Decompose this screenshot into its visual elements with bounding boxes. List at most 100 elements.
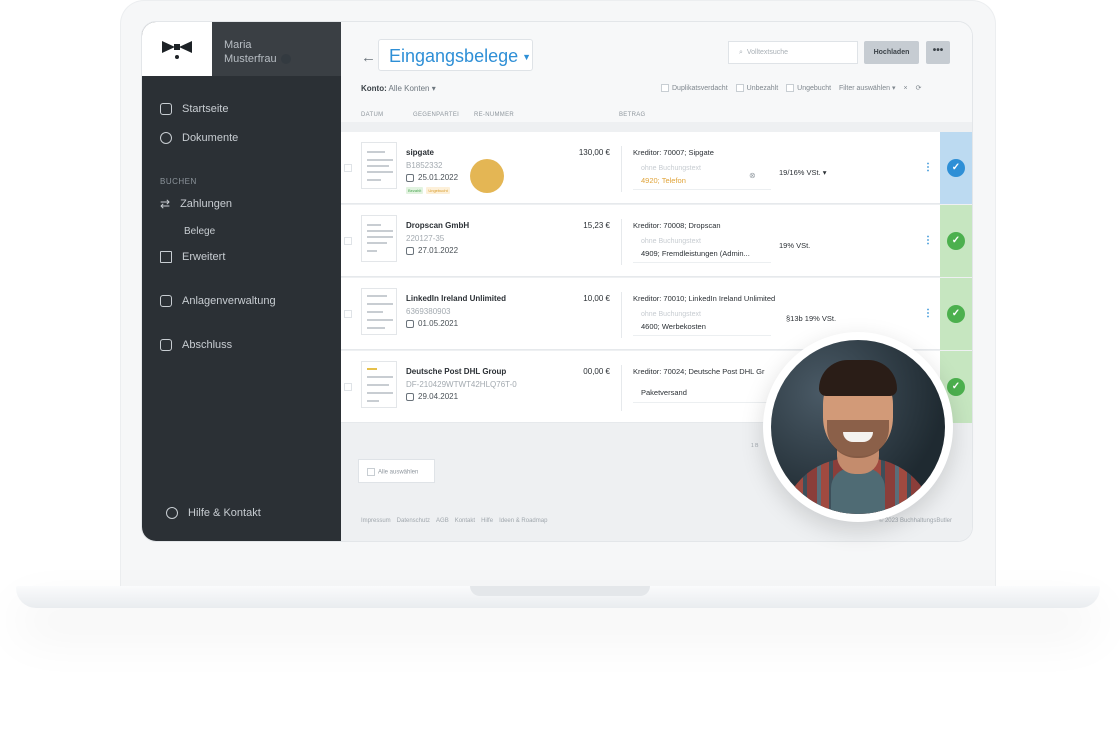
nav-item-assets[interactable]: Anlagenverwaltung bbox=[160, 295, 276, 307]
filter-select-label: Filter auswählen bbox=[839, 85, 890, 92]
row-checkbox[interactable] bbox=[344, 310, 352, 318]
footer-link-roadmap[interactable]: Ideen & Roadmap bbox=[499, 518, 547, 524]
calendar-icon bbox=[406, 319, 414, 328]
booking-account-field[interactable]: ohne Buchungstext 4909; Fremdleistungen … bbox=[633, 235, 771, 263]
booking-text-placeholder: ohne Buchungstext bbox=[641, 165, 701, 172]
row-checkbox[interactable] bbox=[344, 164, 352, 172]
divider bbox=[621, 292, 622, 338]
checkbox[interactable] bbox=[786, 84, 795, 92]
divider bbox=[621, 219, 622, 265]
filter-unbooked-label: Ungebucht bbox=[797, 84, 832, 92]
row-amount: 15,23 € bbox=[583, 221, 610, 230]
row-status[interactable]: ✓ bbox=[940, 205, 972, 277]
search-input[interactable]: ⌕ Volltextsuche bbox=[728, 41, 858, 64]
upload-button[interactable]: Hochladen bbox=[864, 41, 919, 64]
nav-item-payments[interactable]: ⇄ Zahlungen bbox=[160, 197, 232, 211]
row-date-value: 29.04.2021 bbox=[418, 392, 459, 401]
nav-item-receipts[interactable]: Belege bbox=[184, 226, 215, 237]
row-menu-icon[interactable]: ⋮ bbox=[923, 308, 933, 319]
row-creditor[interactable]: Kreditor: 70008; Dropscan bbox=[633, 221, 721, 230]
footer-link-terms[interactable]: AGB bbox=[436, 518, 449, 524]
receipt-thumbnail[interactable] bbox=[361, 288, 397, 335]
row-checkbox[interactable] bbox=[344, 383, 352, 391]
filter-select-dropdown[interactable]: Filter auswählen ▾ bbox=[839, 84, 895, 92]
filter-unbooked[interactable]: Ungebucht bbox=[786, 84, 831, 92]
nav-label-closing: Abschluss bbox=[182, 339, 233, 351]
booking-text-placeholder: ohne Buchungstext bbox=[641, 311, 701, 318]
document-type-dropdown[interactable]: Eingangsbelege ▼ bbox=[378, 39, 533, 71]
bowtie-logo[interactable] bbox=[142, 22, 212, 76]
row-menu-icon[interactable]: ⋮ bbox=[923, 162, 933, 173]
topbar: ← Eingangsbelege ▼ ⌕ Volltextsuche Hochla… bbox=[341, 22, 972, 122]
nav-item-help[interactable]: Hilfe & Kontakt bbox=[166, 507, 261, 519]
calendar-icon bbox=[406, 173, 414, 182]
copyright: © 2023 BuchhaltungsButler bbox=[878, 518, 952, 524]
row-amount: 00,00 € bbox=[583, 367, 610, 376]
user-status-dot bbox=[280, 54, 291, 65]
checkbox[interactable] bbox=[367, 468, 375, 476]
footer-link-contact[interactable]: Kontakt bbox=[455, 518, 475, 524]
row-creditor[interactable]: Kreditor: 70024; Deutsche Post DHL Gr bbox=[633, 367, 764, 376]
checkbox[interactable] bbox=[661, 84, 669, 92]
nav-item-documents[interactable]: Dokumente bbox=[160, 132, 238, 144]
booking-account-field[interactable]: ohne Buchungstext 4920; Telefon ⊗ bbox=[633, 162, 771, 190]
nav-item-closing[interactable]: Abschluss bbox=[160, 339, 232, 351]
row-amount: 10,00 € bbox=[583, 294, 610, 303]
vat-select[interactable]: 19% VSt. bbox=[779, 241, 810, 250]
transfer-icon: ⇄ bbox=[160, 197, 171, 211]
nav-label-assets: Anlagenverwaltung bbox=[182, 295, 276, 307]
more-options-button[interactable]: ••• bbox=[926, 41, 950, 64]
row-checkbox[interactable] bbox=[344, 237, 352, 245]
nav-item-advanced[interactable]: Erweitert bbox=[160, 251, 225, 263]
col-amount[interactable]: BETRAG bbox=[619, 112, 645, 118]
booking-text-placeholder: ohne Buchungstext bbox=[641, 238, 701, 245]
refresh-icon[interactable]: ⟳ bbox=[916, 84, 922, 92]
user-last-name: Musterfrau bbox=[224, 53, 277, 65]
account-filter[interactable]: Konto: Alle Konten ▾ bbox=[361, 84, 436, 93]
nav-label-payments: Zahlungen bbox=[180, 198, 233, 210]
checkbox[interactable] bbox=[735, 84, 744, 92]
row-date-value: 01.05.2021 bbox=[418, 319, 459, 328]
filter-unpaid[interactable]: Unbezahlt bbox=[735, 84, 778, 92]
booking-account-field[interactable]: ohne Buchungstext 4600; Werbekosten bbox=[633, 308, 771, 336]
document-icon bbox=[160, 132, 172, 144]
cursor-highlight bbox=[470, 159, 504, 193]
table-row[interactable]: Dropscan GmbH 220127-35 27.01.2022 15,23… bbox=[341, 205, 972, 277]
row-creditor[interactable]: Kreditor: 70007; Sipgate bbox=[633, 148, 714, 157]
table-row[interactable]: sipgate B1852332 25.01.2022 Bezahlt Unge… bbox=[341, 132, 972, 204]
booking-account-field[interactable]: Paketversand bbox=[633, 381, 771, 403]
vat-select[interactable]: 19/16% VSt. ▾ bbox=[779, 168, 827, 177]
footer-link-impressum[interactable]: Impressum bbox=[361, 518, 391, 524]
back-arrow-icon[interactable]: ← bbox=[361, 49, 376, 66]
row-status[interactable]: ✓ bbox=[940, 132, 972, 204]
row-status[interactable]: ✓ bbox=[940, 278, 972, 350]
check-icon: ✓ bbox=[947, 378, 965, 396]
search-icon: ⌕ bbox=[739, 49, 743, 56]
row-menu-icon[interactable]: ⋮ bbox=[923, 235, 933, 246]
select-all-button[interactable]: Alle auswählen bbox=[358, 459, 435, 483]
nav-item-home[interactable]: Startseite bbox=[160, 103, 228, 115]
row-date: 25.01.2022 bbox=[406, 173, 458, 182]
footer-link-help[interactable]: Hilfe bbox=[481, 518, 493, 524]
divider bbox=[621, 146, 622, 192]
row-party: Dropscan GmbH bbox=[406, 221, 470, 230]
badge-unbooked: Ungebucht bbox=[426, 187, 450, 194]
col-number[interactable]: RE-NUMMER bbox=[474, 112, 514, 118]
receipt-thumbnail[interactable] bbox=[361, 361, 397, 408]
col-date[interactable]: DATUM bbox=[361, 112, 383, 118]
footer-link-privacy[interactable]: Datenschutz bbox=[397, 518, 430, 524]
check-icon: ✓ bbox=[947, 232, 965, 250]
vat-select[interactable]: §13b 19% VSt. bbox=[786, 314, 836, 323]
row-creditor[interactable]: Kreditor: 70010; LinkedIn Ireland Unlimi… bbox=[633, 294, 775, 303]
clear-circle-icon[interactable]: ⊗ bbox=[749, 171, 756, 180]
col-party[interactable]: GEGENPARTEI bbox=[413, 112, 459, 118]
nav-label-advanced: Erweitert bbox=[182, 251, 226, 263]
filter-bar: Duplikatsverdacht Unbezahlt Ungebucht Fi… bbox=[661, 84, 921, 92]
clear-filter-button[interactable]: × bbox=[903, 85, 907, 92]
pagination[interactable]: 1 B bbox=[751, 443, 759, 449]
filter-duplicate[interactable]: Duplikatsverdacht bbox=[661, 84, 728, 92]
user-menu[interactable]: Maria Musterfrau bbox=[212, 22, 341, 76]
row-date: 27.01.2022 bbox=[406, 246, 458, 255]
receipt-thumbnail[interactable] bbox=[361, 215, 397, 262]
receipt-thumbnail[interactable] bbox=[361, 142, 397, 189]
